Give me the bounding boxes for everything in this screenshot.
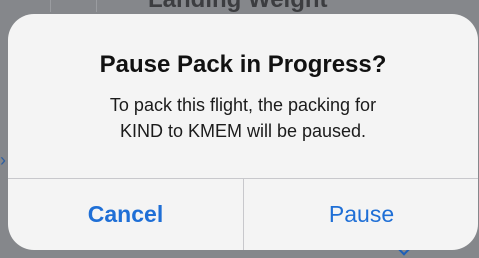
background-partial-icon: › <box>0 150 6 170</box>
pause-button[interactable]: Pause <box>244 179 478 250</box>
background-divider <box>96 0 97 12</box>
alert-title: Pause Pack in Progress? <box>99 51 387 78</box>
cancel-button[interactable]: Cancel <box>8 179 243 250</box>
alert-message: To pack this flight, the packing for KIN… <box>38 92 448 144</box>
background-section-heading: Landing Weight <box>148 0 328 14</box>
alert-message-line: To pack this flight, the packing for <box>109 95 377 115</box>
background-divider <box>50 0 51 12</box>
alert-content: Pause Pack in Progress? To pack this fli… <box>8 14 478 178</box>
alert-message-line: KIND to KMEM will be paused. <box>119 121 367 141</box>
pause-pack-alert-dialog: Pause Pack in Progress? To pack this fli… <box>8 14 478 250</box>
